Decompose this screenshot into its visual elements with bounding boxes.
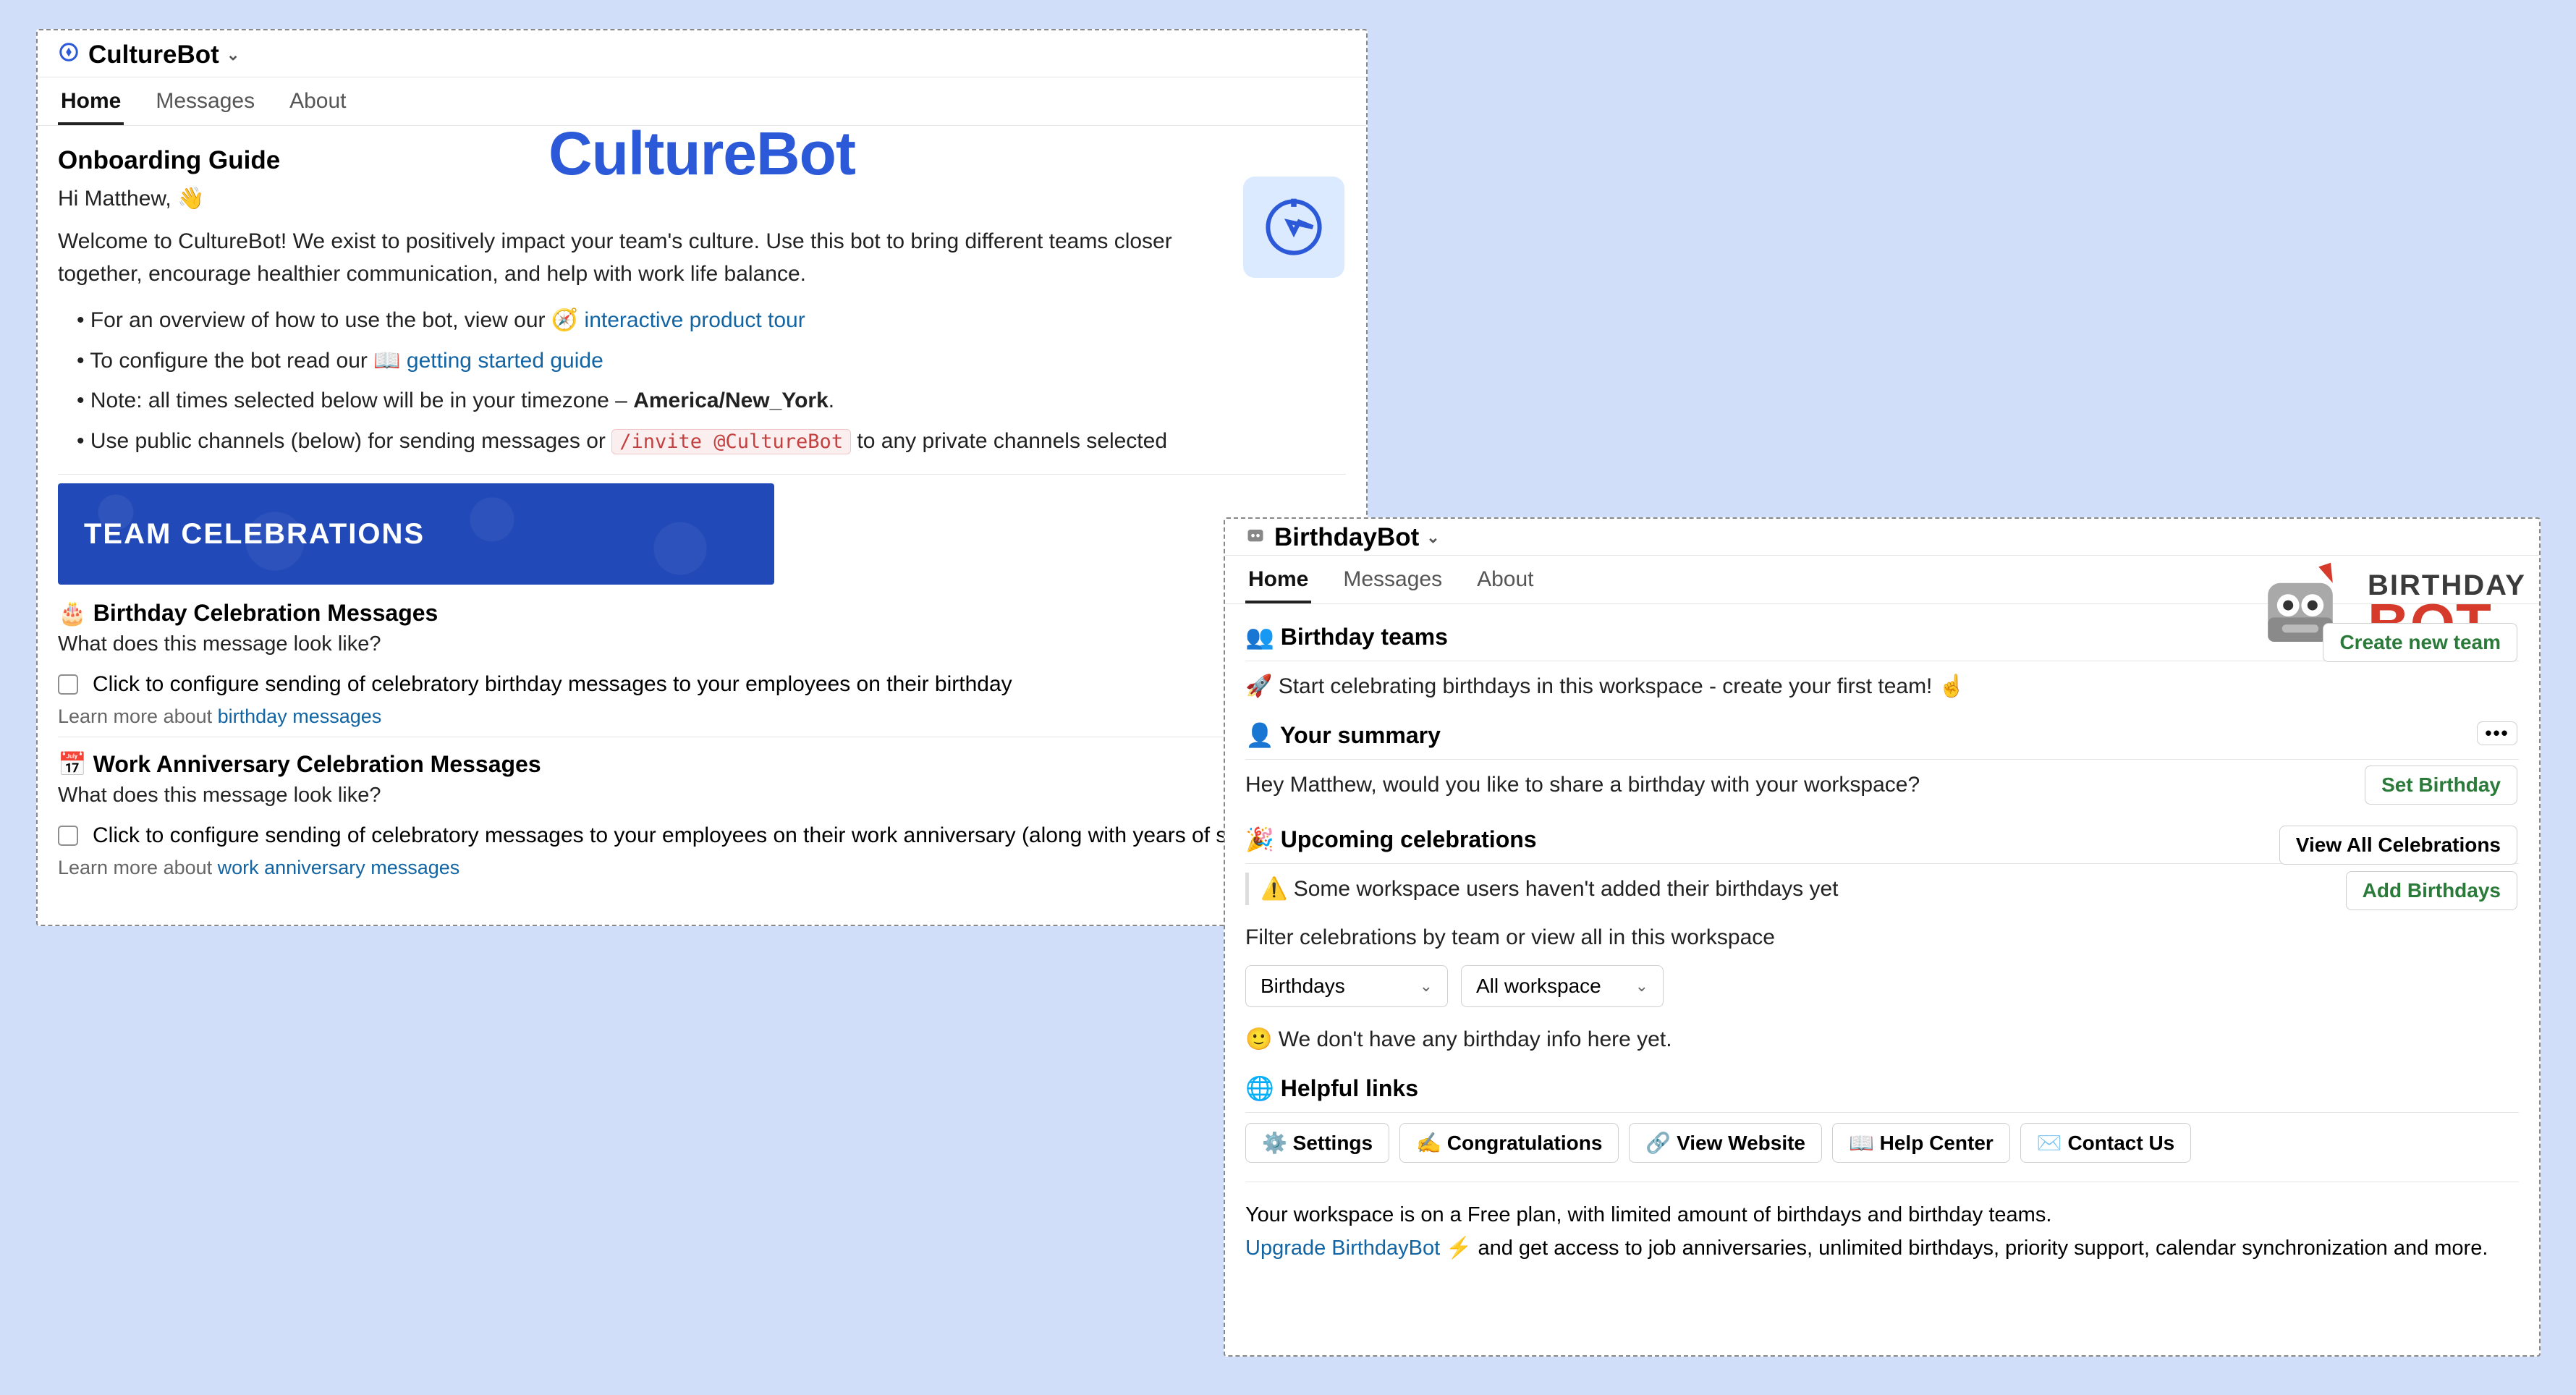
chevron-down-icon: ⌄	[1635, 977, 1648, 996]
footer-line2-rest: ⚡ and get access to job anniversaries, u…	[1440, 1237, 2488, 1260]
getting-started-link[interactable]: getting started guide	[407, 349, 603, 373]
set-birthday-button[interactable]: Set Birthday	[2365, 766, 2517, 805]
birthday-checkbox[interactable]	[58, 674, 78, 695]
anniv-checkbox[interactable]	[58, 826, 78, 846]
anniv-section-title: 📅 Work Anniversary Celebration Messages	[58, 750, 1346, 778]
anniv-checkbox-label: Click to configure sending of celebrator…	[93, 823, 1292, 848]
birthday-learn-pre: Learn more about	[58, 705, 218, 727]
culturebot-panel: CultureBot ⌄ Home Messages About Culture…	[36, 29, 1368, 926]
product-tour-link[interactable]: interactive product tour	[585, 308, 805, 332]
birthday-section-title: 🎂 Birthday Celebration Messages	[58, 599, 1346, 627]
birthday-q: What does this message look like?	[58, 632, 1346, 656]
upcoming-empty: 🙂 We don't have any birthday info here y…	[1245, 1023, 2519, 1056]
tab-about[interactable]: About	[1474, 563, 1536, 603]
add-birthdays-button[interactable]: Add Birthdays	[2346, 871, 2517, 910]
congrats-button[interactable]: ✍️ Congratulations	[1399, 1123, 1619, 1163]
chevron-down-icon: ⌄	[1420, 977, 1433, 996]
team-celebrations-banner: TEAM CELEBRATIONS	[58, 483, 774, 585]
chevron-down-icon[interactable]: ⌄	[1426, 528, 1439, 547]
app-title[interactable]: CultureBot	[88, 41, 219, 69]
invite-command: /invite @CultureBot	[611, 429, 851, 454]
culturebot-wordmark: CultureBot	[548, 119, 855, 189]
filter-scope-select[interactable]: All workspace ⌄	[1461, 965, 1664, 1007]
tab-home[interactable]: Home	[1245, 563, 1311, 603]
anniv-learn-link[interactable]: work anniversary messages	[218, 857, 460, 878]
links-title: 🌐 Helpful links	[1245, 1074, 2519, 1102]
tab-about[interactable]: About	[287, 85, 349, 125]
bullet3-post: .	[829, 389, 834, 412]
onboarding-bullets: For an overview of how to use the bot, v…	[77, 300, 1346, 461]
website-button[interactable]: 🔗 View Website	[1629, 1123, 1822, 1163]
intro-text: Welcome to CultureBot! We exist to posit…	[58, 225, 1187, 290]
tab-messages[interactable]: Messages	[1340, 563, 1445, 603]
upgrade-link[interactable]: Upgrade BirthdayBot	[1245, 1237, 1440, 1260]
filter-type-value: Birthdays	[1261, 975, 1345, 998]
divider	[1245, 759, 2519, 760]
teams-line: 🚀 Start celebrating birthdays in this wo…	[1245, 670, 2519, 703]
app-title[interactable]: BirthdayBot	[1274, 523, 1419, 552]
contact-button[interactable]: ✉️ Contact Us	[2020, 1123, 2191, 1163]
summary-line: Hey Matthew, would you like to share a b…	[1245, 768, 2519, 801]
filter-type-select[interactable]: Birthdays ⌄	[1245, 965, 1448, 1007]
view-all-button[interactable]: View All Celebrations	[2279, 826, 2517, 865]
tab-home[interactable]: Home	[58, 85, 124, 125]
summary-title: 👤 Your summary	[1245, 721, 2519, 749]
anniv-learn-pre: Learn more about	[58, 857, 218, 878]
bullet3-pre: Note: all times selected below will be i…	[90, 389, 633, 412]
filter-scope-value: All workspace	[1476, 975, 1601, 998]
birthday-learn-link[interactable]: birthday messages	[218, 705, 382, 727]
birthdaybot-app-icon	[1245, 525, 1266, 551]
anniv-q: What does this message look like?	[58, 784, 1346, 807]
create-team-button[interactable]: Create new team	[2323, 623, 2517, 662]
help-center-button[interactable]: 📖 Help Center	[1832, 1123, 2010, 1163]
bullet1-pre: For an overview of how to use the bot, v…	[90, 308, 585, 332]
bullet4-pre: Use public channels (below) for sending …	[90, 429, 611, 453]
birthdaybot-header: BirthdayBot ⌄	[1225, 519, 2539, 556]
birthdaybot-panel: BirthdayBot ⌄ Home Messages About BIRTHD…	[1224, 517, 2541, 1357]
filter-label: Filter celebrations by team or view all …	[1245, 921, 2519, 954]
birthday-checkbox-label: Click to configure sending of celebrator…	[93, 672, 1012, 697]
culturebot-header: CultureBot ⌄	[38, 30, 1366, 77]
culturebot-logo-tile	[1243, 177, 1344, 278]
culturebot-app-icon	[58, 41, 80, 69]
divider	[1245, 1112, 2519, 1113]
footer-line1: Your workspace is on a Free plan, with l…	[1245, 1198, 2519, 1231]
chevron-down-icon[interactable]: ⌄	[226, 46, 240, 64]
summary-overflow-button[interactable]: •••	[2477, 721, 2517, 745]
tab-messages[interactable]: Messages	[153, 85, 258, 125]
divider	[58, 474, 1346, 475]
bullet2-pre: To configure the bot read our 📖	[90, 349, 407, 373]
timezone: America/New_York	[633, 389, 829, 412]
upcoming-warning: ⚠️ Some workspace users haven't added th…	[1245, 873, 2519, 905]
bullet4-post: to any private channels selected	[851, 429, 1167, 453]
compass-icon	[1261, 195, 1326, 260]
settings-button[interactable]: ⚙️ Settings	[1245, 1123, 1389, 1163]
